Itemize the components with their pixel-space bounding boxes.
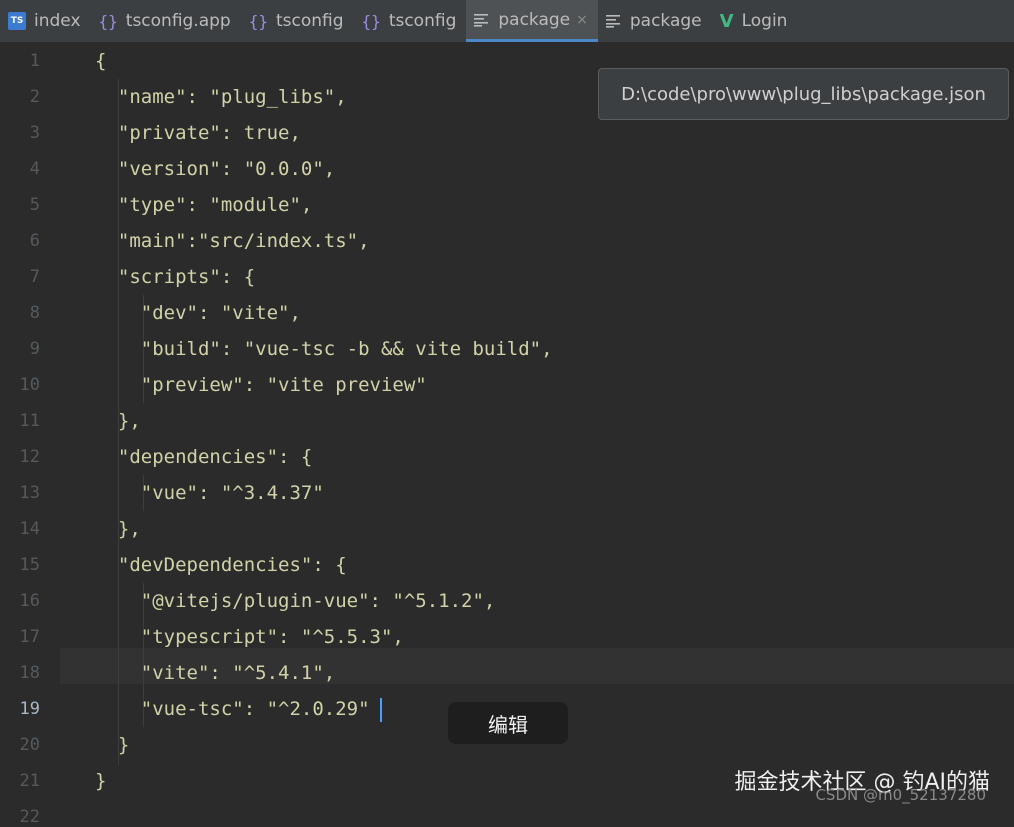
line-number-gutter: 1 2 3 4 5 6 7 8 9 10 11 12 13 14 15 16 17 18 19 20 21 22 (0, 43, 60, 827)
line-number: 4 (29, 159, 40, 179)
line-number: 17 (19, 627, 40, 647)
line-number: 10 (19, 375, 40, 395)
code-line[interactable]: "type": "module", (95, 194, 312, 216)
tab-label: Login (741, 11, 788, 31)
line-number: 3 (29, 123, 40, 143)
line-number: 12 (19, 447, 40, 467)
text-lines-icon (605, 14, 622, 28)
line-number: 1 (29, 51, 40, 71)
code-line[interactable]: "private": true, (95, 122, 301, 144)
line-number: 15 (19, 555, 40, 575)
code-line[interactable]: }, (95, 518, 141, 540)
tab-label: tsconfig (388, 11, 457, 31)
line-number: 22 (19, 807, 40, 827)
line-number: 5 (29, 195, 40, 215)
code-line[interactable]: } (95, 770, 106, 792)
tab-login[interactable]: V Login (712, 0, 798, 42)
code-line[interactable]: "dependencies": { (95, 446, 312, 468)
json-braces-icon: {} (98, 11, 118, 31)
code-line[interactable]: "scripts": { (95, 266, 255, 288)
watermark-secondary: CSDN @m0_52137280 (815, 786, 986, 804)
edit-badge-label: 编辑 (488, 712, 528, 737)
code-line[interactable]: "main":"src/index.ts", (95, 230, 370, 252)
line-number: 8 (29, 303, 40, 323)
code-line[interactable]: "build": "vue-tsc -b && vite build", (95, 338, 553, 360)
line-number: 2 (29, 87, 40, 107)
code-line[interactable]: "dev": "vite", (95, 302, 301, 324)
file-path-tooltip: D:\code\pro\www\plug_libs\package.json (598, 68, 1009, 120)
tab-package-active[interactable]: package × (466, 0, 598, 42)
text-caret (380, 698, 382, 722)
line-number: 14 (19, 519, 40, 539)
code-line[interactable]: "vite": "^5.4.1", (95, 662, 335, 684)
vue-file-icon: V (719, 10, 734, 32)
code-line[interactable]: "devDependencies": { (95, 554, 347, 576)
code-line[interactable]: "@vitejs/plugin-vue": "^5.1.2", (95, 590, 496, 612)
line-number: 16 (19, 591, 40, 611)
tab-package[interactable]: package (598, 0, 712, 42)
code-line[interactable]: "vue-tsc": "^2.0.29" (95, 698, 370, 720)
line-number: 18 (19, 663, 40, 683)
line-number: 21 (19, 771, 40, 791)
tab-tsconfig-2[interactable]: {} tsconfig (354, 0, 467, 42)
line-number: 20 (19, 735, 40, 755)
tab-label: package (629, 11, 702, 31)
line-number: 19 (19, 699, 40, 719)
code-line[interactable]: "version": "0.0.0", (95, 158, 335, 180)
tab-index[interactable]: TS index (0, 0, 91, 42)
code-line[interactable]: "vue": "^3.4.37" (95, 482, 324, 504)
json-braces-icon: {} (248, 11, 268, 31)
line-number: 11 (19, 411, 40, 431)
typescript-file-icon: TS (8, 12, 26, 30)
code-line[interactable]: "name": "plug_libs", (95, 86, 347, 108)
tab-label: package (498, 9, 571, 30)
tab-label: tsconfig (276, 11, 344, 31)
line-number: 7 (29, 267, 40, 287)
code-line[interactable]: "preview": "vite preview" (95, 374, 427, 396)
editor-tab-bar: TS index {} tsconfig.app {} tsconfig {} … (0, 0, 1014, 43)
edit-badge: 编辑 (448, 702, 568, 744)
line-number: 9 (29, 339, 40, 359)
json-braces-icon: {} (361, 11, 381, 31)
line-number: 13 (19, 483, 40, 503)
line-number: 6 (29, 231, 40, 251)
close-icon[interactable]: × (576, 12, 588, 28)
tab-tsconfig-1[interactable]: {} tsconfig (241, 0, 354, 42)
code-line[interactable]: "typescript": "^5.5.3", (95, 626, 404, 648)
tab-label: index (34, 11, 81, 31)
tab-label: tsconfig.app (125, 11, 231, 31)
tooltip-path: D:\code\pro\www\plug_libs\package.json (621, 83, 986, 105)
code-line[interactable]: { (95, 50, 106, 72)
tab-tsconfig-app[interactable]: {} tsconfig.app (91, 0, 241, 42)
code-line[interactable]: }, (95, 410, 141, 432)
text-lines-icon (474, 13, 490, 27)
code-line[interactable]: } (95, 734, 129, 756)
